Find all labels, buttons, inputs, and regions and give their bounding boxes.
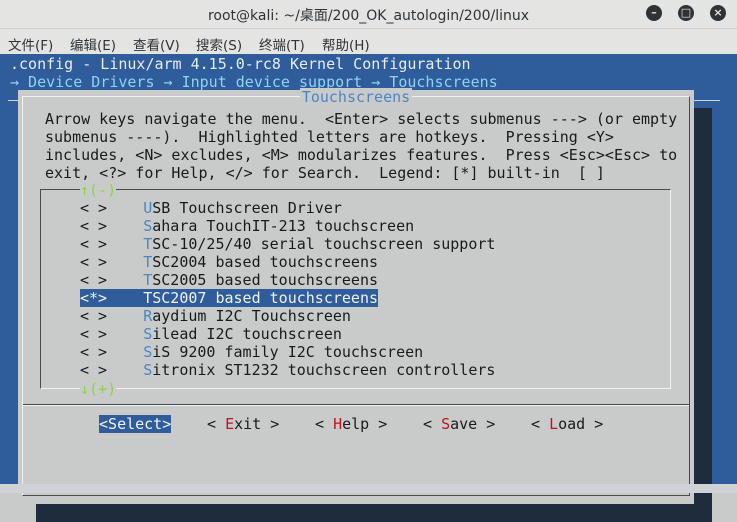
load-button[interactable]: < Load > [531,415,603,433]
option-raydium-i2c[interactable]: < > Raydium I2C Touchscreen [80,307,351,325]
dialog-title: Touchscreens [299,88,413,106]
bottom-strip [0,484,737,493]
option-sahara-touchit[interactable]: < > Sahara TouchIT-213 touchscreen [80,217,414,235]
menu-view[interactable]: 查看(V) [133,34,180,54]
scroll-up-indicator[interactable]: ↑(-) [80,181,117,199]
menuconfig-dialog: Touchscreens Arrow keys navigate the men… [18,88,694,504]
exit-button[interactable]: < Exit > [207,415,279,433]
help-line-4: exit, <?> for Help, </> for Search. Lege… [45,164,605,182]
option-silead-i2c[interactable]: < > Silead I2C touchscreen [80,325,342,343]
option-sis-9200[interactable]: < > SiS 9200 family I2C touchscreen [80,343,423,361]
maximize-button[interactable]: □ [678,5,694,21]
option-sitronix-st1232[interactable]: < > Sitronix ST1232 touchscreen controll… [80,361,495,379]
select-button[interactable]: <Select> [99,415,172,433]
menu-file[interactable]: 文件(F) [8,34,53,54]
help-line-3: includes, <N> excludes, <M> modularizes … [45,146,678,164]
config-header: .config - Linux/arm 4.15.0-rc8 Kernel Co… [10,55,471,73]
terminal-area[interactable]: .config - Linux/arm 4.15.0-rc8 Kernel Co… [0,54,737,522]
option-tsc2004[interactable]: < > TSC2004 based touchscreens [80,253,378,271]
menu-search[interactable]: 搜索(S) [196,34,242,54]
menu-terminal[interactable]: 终端(T) [259,34,305,54]
option-usb-touchscreen[interactable]: < > USB Touchscreen Driver [80,199,342,217]
help-line-1: Arrow keys navigate the menu. <Enter> se… [45,110,678,128]
button-separator [23,404,689,406]
option-tsc-serial[interactable]: < > TSC-10/25/40 serial touchscreen supp… [80,235,495,253]
minimize-button[interactable]: – [646,5,662,21]
save-button[interactable]: < Save > [423,415,495,433]
close-button[interactable]: × [710,5,726,21]
menu-help[interactable]: 帮助(H) [322,34,370,54]
help-button[interactable]: < Help > [315,415,387,433]
help-line-2: submenus ----). Highlighted letters are … [45,128,614,146]
window-titlebar: root@kali: ~/桌面/200_OK_autologin/200/lin… [0,0,737,29]
window-title: root@kali: ~/桌面/200_OK_autologin/200/lin… [207,8,530,24]
option-tsc2007-selected[interactable]: <*> TSC2007 based touchscreens [80,289,379,307]
menu-edit[interactable]: 编辑(E) [70,34,116,54]
menu-bar: 文件(F) 编辑(E) 查看(V) 搜索(S) 终端(T) 帮助(H) [0,29,737,54]
scroll-down-indicator[interactable]: ↓(+) [80,380,117,398]
option-tsc2005[interactable]: < > TSC2005 based touchscreens [80,271,378,289]
